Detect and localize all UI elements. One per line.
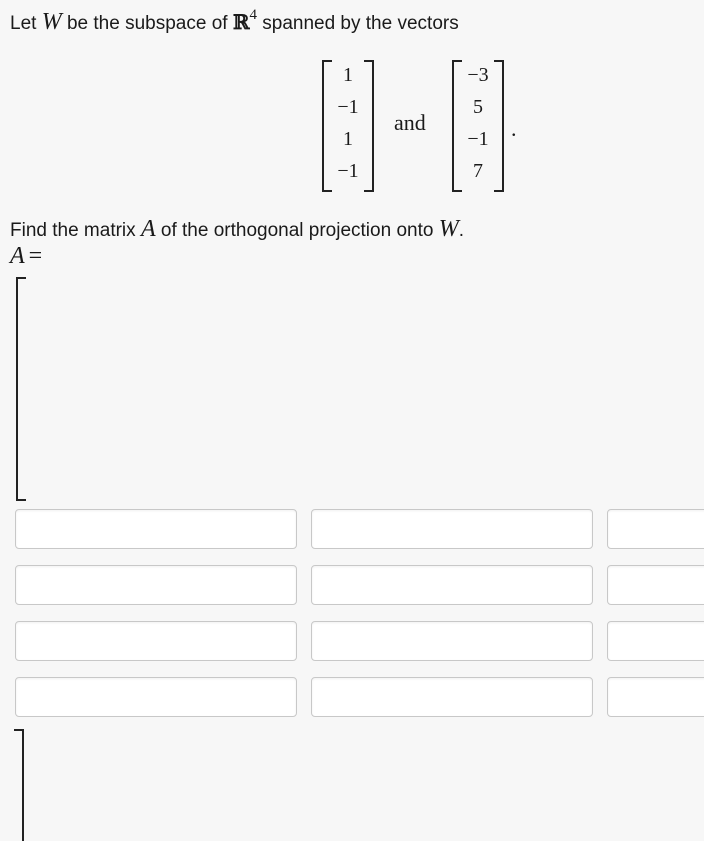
matrix-right-bracket	[14, 729, 24, 841]
find-prefix: Find the matrix	[10, 220, 136, 241]
dimension-exponent: 4	[249, 6, 257, 23]
vector-2-entry: 5	[473, 96, 483, 118]
matrix-cell-r4-c1[interactable]	[15, 677, 297, 717]
vector-2-entry: −1	[467, 128, 489, 150]
matrix-cell-r3-c1[interactable]	[15, 621, 297, 661]
and-word: and	[394, 110, 426, 135]
matrix-cell-r3-c3[interactable]	[607, 621, 704, 661]
intro-prefix: Let	[10, 13, 37, 34]
matrix-cell-r1-c2[interactable]	[311, 509, 593, 549]
answer-label: A =	[10, 243, 42, 270]
vector-1-entry: −1	[337, 96, 359, 118]
vector-1-entry: 1	[343, 64, 353, 86]
matrix-cell-r3-c2[interactable]	[311, 621, 593, 661]
instruction-text: Find the matrix A of the orthogonal proj…	[10, 216, 464, 243]
target-subspace-var: W	[438, 216, 459, 242]
equals-sign: =	[28, 243, 43, 269]
matrix-left-bracket	[16, 277, 26, 501]
subspace-var: W	[41, 9, 62, 35]
intro-mid: be the subspace of	[66, 13, 228, 34]
sentence-period: .	[511, 116, 517, 141]
find-mid: of the orthogonal projection onto	[160, 220, 434, 241]
vector-2: −3 5 −1 7	[452, 60, 504, 192]
problem-statement: Let W be the subspace of ℝ4 spanned by t…	[10, 6, 459, 36]
matrix-cell-r4-c3[interactable]	[607, 677, 704, 717]
matrix-cell-r2-c1[interactable]	[15, 565, 297, 605]
vector-1: 1 −1 1 −1	[322, 60, 374, 192]
matrix-cell-r4-c2[interactable]	[311, 677, 593, 717]
matrix-cell-r1-c1[interactable]	[15, 509, 297, 549]
vector-2-entry: 7	[473, 160, 483, 182]
matrix-cell-r2-c3[interactable]	[607, 565, 704, 605]
vector-1-entry: 1	[343, 128, 353, 150]
real-space-symbol: ℝ	[232, 10, 250, 34]
vector-2-entry: −3	[467, 64, 489, 86]
matrix-cell-r1-c3[interactable]	[607, 509, 704, 549]
intro-suffix: spanned by the vectors	[262, 13, 459, 34]
matrix-cell-r2-c2[interactable]	[311, 565, 593, 605]
matrix-var: A	[140, 216, 156, 242]
answer-var: A	[10, 243, 25, 269]
find-end: .	[458, 220, 464, 241]
vector-1-entry: −1	[337, 160, 359, 182]
